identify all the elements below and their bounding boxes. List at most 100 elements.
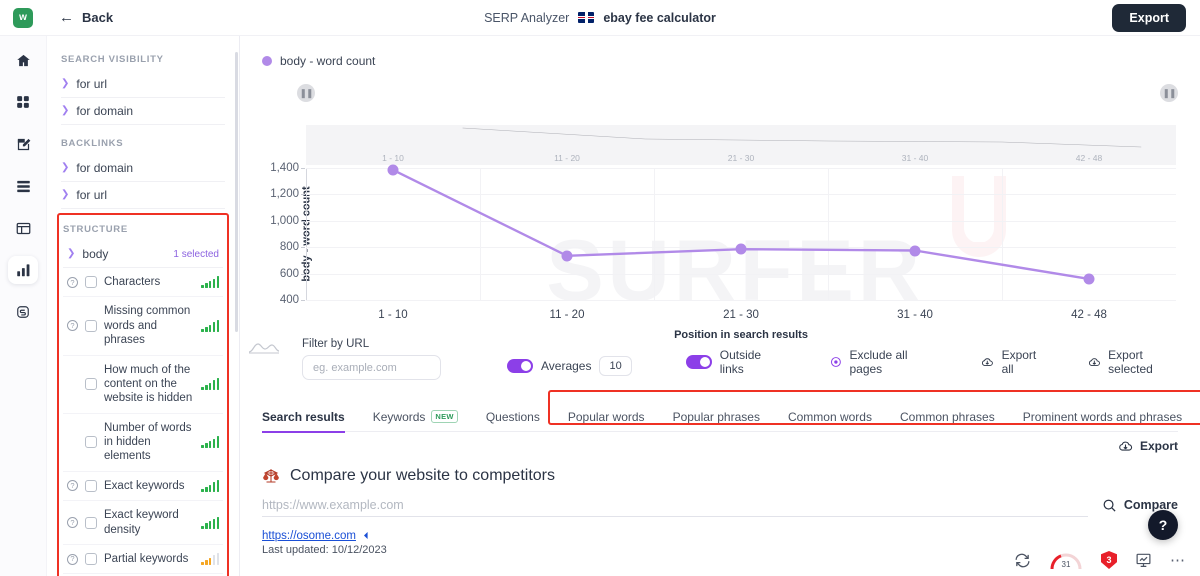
sidebar-item-search-visibility-for-domain[interactable]: ❯ for domain (61, 98, 225, 125)
compare-url-input[interactable] (262, 493, 1088, 517)
info-icon[interactable]: ? (67, 553, 78, 565)
tab-prominent-words-and-phrases[interactable]: Prominent words and phrases (1009, 402, 1196, 432)
metric-row[interactable]: ? Missing common words and phrases (63, 297, 223, 356)
tab-keywords[interactable]: Keywords NEW (359, 402, 472, 432)
data-point[interactable] (387, 164, 399, 176)
filter-by-url-input[interactable] (302, 355, 441, 380)
info-icon[interactable]: ? (67, 480, 78, 492)
tab-label: Popular phrases (672, 409, 760, 424)
app-logo[interactable]: w (13, 7, 33, 28)
sidebar-item-backlinks-for-url[interactable]: ❯ for url (61, 182, 225, 209)
metric-checkbox[interactable] (85, 553, 97, 566)
search-icon (1103, 499, 1116, 512)
metric-label: Characters (104, 276, 161, 288)
metric-row[interactable]: ?How much of the content on the website … (63, 356, 223, 414)
export-selected-label: Export selected (1108, 348, 1153, 376)
tab-common-phrases[interactable]: Common phrases (886, 402, 1009, 432)
audit-icon[interactable] (8, 298, 38, 326)
chart-brush[interactable]: 1 - 10 11 - 20 21 - 30 31 - 40 42 - 48 (306, 125, 1176, 165)
sidebar-item-search-visibility-for-url[interactable]: ❯ for url (61, 71, 225, 98)
metric-checkbox[interactable] (85, 319, 97, 332)
tab-common-words[interactable]: Common words (774, 402, 886, 432)
new-badge: NEW (431, 410, 458, 423)
home-icon[interactable] (8, 46, 38, 74)
export-selected-button[interactable]: Export selected (1088, 348, 1179, 376)
metric-checkbox[interactable] (85, 479, 97, 492)
x-tick-label: 42 - 48 (1071, 309, 1107, 321)
export-all-button[interactable]: Export all (981, 348, 1044, 376)
tab-export-button[interactable]: Export (1118, 439, 1178, 453)
tab-label: Keywords (372, 409, 426, 424)
tick-mark (301, 247, 305, 249)
keyword-label: ebay fee calculator (603, 10, 716, 25)
sidebar-item-label: for domain (76, 104, 134, 118)
brush-handle-left[interactable]: ❚❚ (297, 84, 315, 102)
legend-color-swatch (262, 56, 272, 66)
metric-checkbox[interactable] (85, 276, 97, 289)
averages-control[interactable]: Averages 10 (507, 356, 632, 376)
metric-row[interactable]: ? Exact keyword density (63, 501, 223, 545)
averages-toggle[interactable] (507, 359, 533, 373)
content-editor-icon[interactable] (8, 130, 38, 158)
tab-label: Prominent words and phrases (1022, 409, 1183, 424)
metric-row[interactable]: ? Characters (63, 268, 223, 298)
result-url-link[interactable]: https://osome.com (262, 530, 356, 542)
analytics-icon[interactable] (8, 256, 38, 284)
outside-links-control[interactable]: Outside links (685, 348, 774, 376)
tick-mark (301, 273, 305, 275)
sidebar-item-label: for url (76, 188, 108, 202)
data-point[interactable] (735, 243, 747, 255)
tab-popular-words[interactable]: Popular words (554, 402, 659, 432)
tab-search-results[interactable]: Search results (262, 402, 359, 433)
scales-icon (263, 469, 279, 483)
tab-questions[interactable]: Questions (472, 402, 554, 432)
main-panel: body - word count SURFER 1 - 10 11 - 20 21… (240, 36, 1200, 576)
cloud-download-icon (1119, 441, 1133, 451)
chevron-right-icon: ❯ (61, 78, 70, 89)
sidebar-item-backlinks-for-domain[interactable]: ❯ for domain (61, 155, 225, 182)
exclude-all-pages-button[interactable]: Exclude all pages (830, 348, 929, 376)
info-icon[interactable]: ? (67, 517, 78, 528)
back-button[interactable]: ← Back (59, 10, 113, 25)
compare-button-label: Compare (1123, 498, 1178, 512)
score-gauge[interactable]: 31 (1049, 550, 1083, 570)
more-dots-icon[interactable]: ⋯ (1170, 551, 1186, 569)
brush-handle-right[interactable]: ❚❚ (1160, 84, 1178, 102)
tab-common-backlinks[interactable]: Common backlinks (1196, 402, 1200, 432)
data-point[interactable] (1083, 273, 1095, 285)
tab-label: Common phrases (899, 409, 995, 424)
metric-checkbox[interactable] (85, 436, 97, 449)
averages-value[interactable]: 10 (599, 356, 632, 376)
outside-links-toggle[interactable] (685, 355, 712, 369)
grid-icon[interactable] (8, 88, 38, 116)
structure-group-body[interactable]: ❯ body 1 selected (63, 241, 223, 268)
metric-row[interactable]: ? Exact keywords (63, 472, 223, 502)
signal-strength-icon (201, 516, 219, 529)
refresh-icon[interactable] (1014, 552, 1031, 569)
table-icon[interactable] (8, 214, 38, 242)
info-icon[interactable]: ? (67, 320, 78, 332)
metric-checkbox[interactable] (85, 378, 97, 391)
cloud-download-icon (981, 358, 993, 366)
status-badge[interactable]: 3 (1101, 551, 1117, 569)
info-icon[interactable]: ? (67, 276, 78, 288)
data-point[interactable] (909, 245, 921, 256)
signal-strength-icon (201, 436, 219, 449)
chart-controls: Filter by URL Averages 10 Outside links … (240, 338, 1200, 380)
metric-row[interactable]: ? Partial keywords (63, 545, 223, 575)
sparkline-icon[interactable] (248, 340, 280, 354)
help-button[interactable]: ? (1148, 510, 1178, 540)
data-point[interactable] (561, 250, 573, 262)
list-icon[interactable] (8, 172, 38, 200)
sidebar-item-label: for domain (76, 161, 134, 175)
metric-checkbox[interactable] (85, 516, 97, 529)
export-button[interactable]: Export (1112, 3, 1186, 32)
metric-row[interactable]: ?Number of words in hidden elements (63, 414, 223, 472)
body-row: SEARCH VISIBILITY ❯ for url ❯ for domain… (0, 36, 1200, 576)
metric-label: How much of the content on the website i… (104, 363, 193, 405)
chart: SURFER 1 - 10 11 - 20 21 - 30 31 - 40 42 - 4… (240, 72, 1200, 342)
sidebar-scrollbar[interactable] (235, 52, 238, 332)
presentation-chart-icon[interactable] (1135, 552, 1152, 568)
tab-popular-phrases[interactable]: Popular phrases (659, 402, 774, 432)
external-link-icon[interactable]: ⏴ (364, 531, 369, 542)
